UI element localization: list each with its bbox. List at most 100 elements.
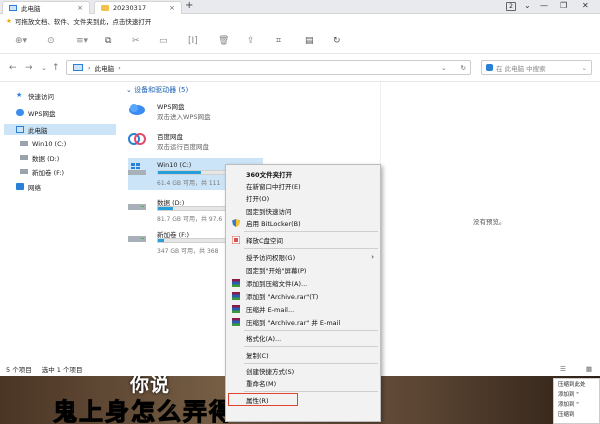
this-pc-icon	[73, 64, 83, 71]
tab-label: 20230317	[113, 4, 147, 12]
sidebar-item-network[interactable]: 网络	[16, 181, 41, 192]
menu-item-pin-start[interactable]: 固定到"开始"屏幕(P)	[226, 264, 380, 276]
new-tab-button[interactable]: +	[185, 0, 193, 11]
menu-item-label: 固定到"开始"屏幕(P)	[246, 267, 307, 275]
tab-count-badge[interactable]: 2	[506, 2, 516, 11]
large-icons-view-icon[interactable]: ▦	[586, 365, 592, 373]
mini-menu-item[interactable]: 压缩到	[554, 409, 599, 419]
cut-icon[interactable]: ✂	[132, 37, 140, 46]
crop-icon[interactable]: ⌗	[276, 37, 281, 46]
address-dropdown-icon[interactable]: ⌄	[441, 64, 446, 72]
sidebar-item-this-pc[interactable]: 此电脑	[16, 124, 48, 135]
properties-highlight-box	[228, 393, 298, 406]
menu-item-rename[interactable]: 重命名(M)	[226, 377, 380, 389]
sidebar-item-label: 数据 (D:)	[32, 154, 60, 163]
menu-item-format[interactable]: 格式化(A)...	[226, 332, 380, 344]
back-button[interactable]: ←	[9, 63, 17, 73]
menu-item-compress-email[interactable]: 压缩并 E-mail...	[226, 303, 380, 315]
menu-item-label: 复制(C)	[246, 352, 269, 360]
close-icon[interactable]: ×	[77, 4, 83, 12]
sidebar-item-quick-access[interactable]: ★ 快速访问	[16, 90, 54, 101]
chevron-down-icon[interactable]: ⌄	[582, 64, 587, 72]
forward-button[interactable]: →	[25, 63, 33, 73]
tab-bar: 此电脑 × 20230317 × + 2 ⌄ — ❐ ✕	[0, 0, 600, 14]
sidebar-item-label: 此电脑	[28, 126, 48, 135]
sidebar-item-drive-c[interactable]: Win10 (C:)	[20, 138, 66, 149]
mini-menu-item[interactable]: 添加到 "	[554, 399, 599, 409]
delete-icon[interactable]: 🗑	[218, 37, 229, 46]
tab-this-pc[interactable]: 此电脑 ×	[2, 1, 90, 14]
drive-icon	[128, 204, 146, 210]
toolbar: ⊕▾ ⊙ ≡▾ ⧉ ✂ ▭ [I] 🗑 ⇪ ⌗ ▤ ↻	[0, 28, 600, 54]
menu-separator	[244, 391, 378, 392]
folder-icon	[101, 5, 109, 11]
menu-item-free-space[interactable]: 释放C盘空间	[226, 234, 380, 246]
section-header[interactable]: ⌄ 设备和驱动器 (5)	[126, 85, 188, 95]
menu-item-open[interactable]: 打开(O)	[226, 192, 380, 204]
sidebar-item-wps[interactable]: WPS网盘	[16, 107, 55, 118]
winrar-icon	[232, 279, 240, 287]
menu-separator	[244, 346, 378, 347]
history-icon[interactable]: ⊙	[47, 37, 55, 46]
drive-icon	[128, 236, 146, 242]
menu-item-copy[interactable]: 复制(C)	[226, 349, 380, 361]
menu-item-360-open[interactable]: 360文件夹打开	[226, 168, 380, 180]
menu-item-grant-access[interactable]: 授予访问权限(G) ›	[226, 251, 380, 263]
menu-item-compress-rar-email[interactable]: 压缩到 "Archive.rar" 并 E-mail	[226, 316, 380, 328]
cloud-icon	[16, 109, 24, 116]
this-pc-icon	[16, 126, 24, 133]
chevron-down-icon[interactable]: ⌄	[41, 64, 47, 72]
rename-icon[interactable]: [I]	[188, 37, 198, 46]
sidebar: ★ 快速访问 WPS网盘 此电脑 Win10 (C:) 数据 (D:) 新加卷 …	[0, 82, 120, 362]
menu-item-label: 授予访问权限(G)	[246, 254, 296, 262]
chevron-right-icon: ›	[371, 253, 374, 261]
sidebar-item-drive-d[interactable]: 数据 (D:)	[20, 152, 59, 163]
copy-icon[interactable]: ⧉	[105, 37, 111, 46]
details-view-icon[interactable]: ☰	[560, 365, 566, 373]
preview-empty-text: 没有预览。	[473, 218, 506, 226]
item-name: 百度网盘	[157, 133, 183, 141]
menu-item-add-archive[interactable]: 添加到压缩文件(A)...	[226, 277, 380, 289]
sidebar-item-drive-f[interactable]: 新加卷 (F:)	[20, 166, 64, 177]
properties-icon[interactable]: ▤	[305, 37, 314, 46]
paste-icon[interactable]: ▭	[159, 37, 168, 46]
subtitle-line-2: 鬼上身怎么弄得	[53, 398, 235, 424]
shield-icon	[232, 219, 240, 227]
menu-item-label: 创建快捷方式(S)	[246, 368, 295, 376]
menu-item-label: 格式化(A)...	[246, 335, 282, 343]
maximize-button[interactable]: ❐	[560, 1, 567, 10]
view-icon[interactable]: ≡▾	[76, 37, 88, 46]
winrar-icon	[232, 292, 240, 300]
star-icon: ★	[16, 91, 23, 99]
close-window-button[interactable]: ✕	[582, 1, 589, 10]
menu-item-label: 添加到 "Archive.rar"(T)	[246, 293, 319, 301]
minimize-button[interactable]: —	[540, 1, 548, 10]
refresh-icon[interactable]: ↻	[461, 64, 466, 72]
item-name: WPS网盘	[157, 103, 185, 111]
up-button[interactable]: ↑	[52, 63, 60, 73]
menu-item-add-archive-rar[interactable]: 添加到 "Archive.rar"(T)	[226, 290, 380, 302]
tab-folder[interactable]: 20230317 ×	[94, 1, 182, 14]
winrar-icon	[232, 318, 240, 326]
search-input[interactable]: 在 此电脑 中搜索 ⌄	[481, 60, 592, 75]
share-icon[interactable]: ⇪	[247, 37, 255, 46]
drive-icon	[20, 155, 28, 160]
drive-usage-fill	[158, 171, 202, 174]
address-input[interactable]: › 此电脑 › ⌄ ↻	[66, 60, 471, 75]
menu-item-bitlocker[interactable]: 启用 BitLocker(B)	[226, 217, 380, 229]
new-icon[interactable]: ⊕▾	[15, 37, 27, 46]
mini-menu-item[interactable]: 添加到 "	[554, 389, 599, 399]
menu-item-label: 重命名(M)	[246, 380, 277, 388]
sidebar-item-label: 快速访问	[28, 92, 54, 101]
mini-menu-item[interactable]: 压缩到此处	[554, 379, 599, 389]
close-icon[interactable]: ×	[169, 4, 175, 12]
menu-separator	[244, 330, 378, 331]
cleanup-icon	[232, 236, 240, 244]
menu-item-create-shortcut[interactable]: 创建快捷方式(S)	[226, 365, 380, 377]
quick-drop-bar[interactable]: ★ 可拖放文档、软件、文件夹到此，点击快速打开	[0, 14, 600, 28]
dropdown-icon[interactable]: ⌄	[524, 1, 531, 10]
menu-item-pin-quick-access[interactable]: 固定到快速访问	[226, 205, 380, 217]
quick-drop-text: 可拖放文档、软件、文件夹到此，点击快速打开	[14, 18, 152, 26]
refresh-icon[interactable]: ↻	[333, 37, 341, 46]
menu-item-new-window[interactable]: 在新窗口中打开(E)	[226, 180, 380, 192]
